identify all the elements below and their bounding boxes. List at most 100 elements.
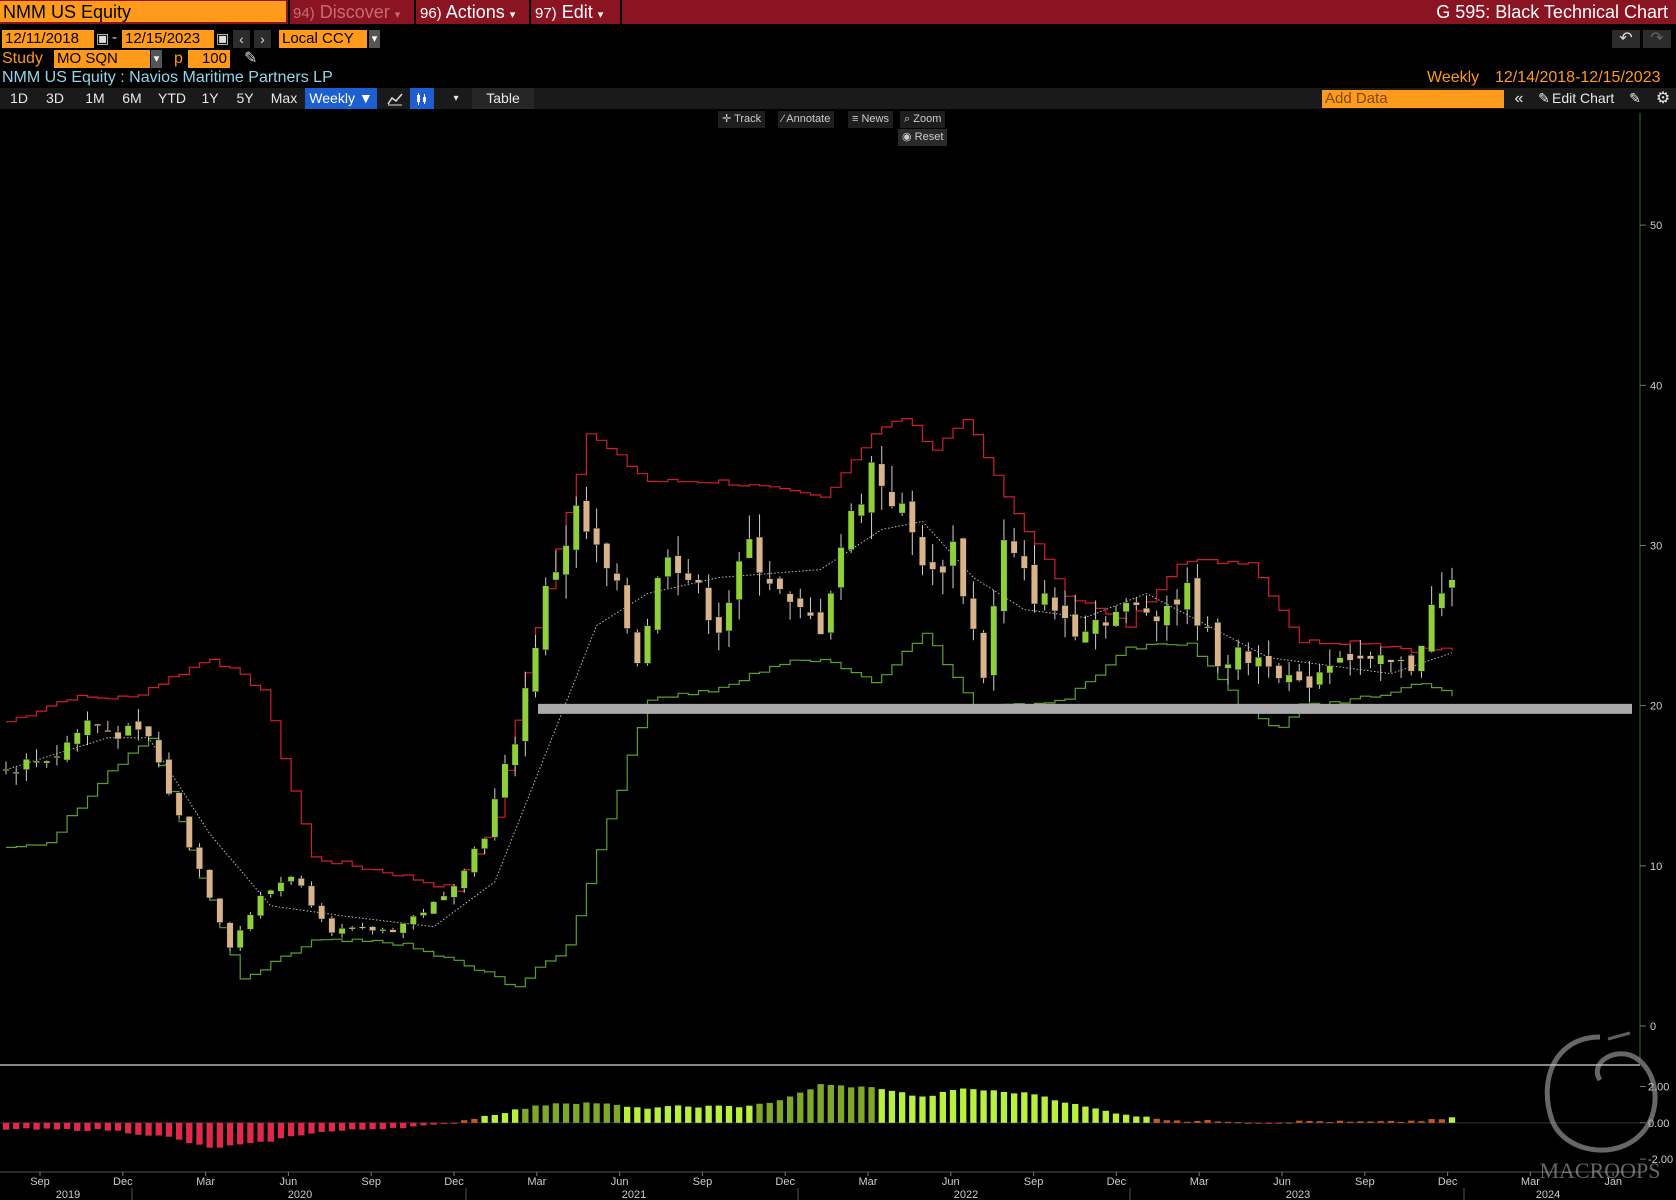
chevron-down-icon[interactable]: ▾ bbox=[151, 50, 162, 68]
edit-menu[interactable]: 97) Edit ▾ bbox=[535, 0, 603, 24]
chevron-down-icon[interactable]: ▾ bbox=[369, 30, 380, 48]
candle-body bbox=[430, 901, 438, 915]
period-button-ytd[interactable]: YTD bbox=[152, 88, 192, 109]
price-tick-label: 10 bbox=[1650, 861, 1662, 873]
candle-body bbox=[379, 929, 387, 932]
year-tick-label: 2019 bbox=[56, 1189, 80, 1200]
period-button-1y[interactable]: 1Y bbox=[195, 88, 225, 109]
candle-body bbox=[837, 547, 845, 588]
candle-body bbox=[1183, 582, 1191, 610]
candle-body bbox=[919, 536, 926, 566]
gear-icon[interactable]: ⚙ bbox=[1652, 88, 1674, 109]
discover-menu[interactable]: 94) Discover ▾ bbox=[293, 0, 400, 24]
ticker-input[interactable]: NMM US Equity bbox=[0, 1, 286, 22]
month-tick-label: Jun bbox=[611, 1176, 629, 1188]
candle-body bbox=[1306, 675, 1313, 689]
zoom-button[interactable]: ⌕ Zoom bbox=[900, 111, 946, 128]
period-button-5y[interactable]: 5Y bbox=[230, 88, 260, 109]
track-button[interactable]: ✛ Track bbox=[718, 111, 766, 128]
edit-chart-button[interactable]: Edit Chart bbox=[1552, 88, 1622, 109]
support-line bbox=[538, 703, 1632, 714]
candle-body bbox=[399, 923, 407, 934]
oscillator-bar bbox=[1031, 1094, 1038, 1123]
price-chart[interactable]: 01020304050 2.000.00-2.00 Sep Dec Mar Jun Se… bbox=[0, 0, 1676, 1200]
study-label: Study bbox=[2, 50, 43, 67]
oscillator-bar bbox=[1041, 1096, 1048, 1123]
month-tick-label: Dec bbox=[113, 1176, 133, 1188]
candle-body bbox=[970, 598, 977, 630]
candle-body bbox=[949, 541, 957, 567]
edit-menu-label: Edit bbox=[561, 2, 593, 22]
period-input[interactable]: 100 bbox=[188, 50, 230, 68]
oscillator-bar bbox=[939, 1091, 947, 1123]
oscillator-bar bbox=[949, 1090, 957, 1123]
edit-legend-icon[interactable]: ✎ bbox=[1624, 88, 1646, 109]
table-button[interactable]: Table bbox=[472, 88, 534, 109]
oscillator-bar bbox=[318, 1122, 325, 1132]
calendar-icon[interactable]: ▣ bbox=[216, 30, 229, 47]
candle-body bbox=[501, 763, 509, 798]
candle-body bbox=[695, 579, 702, 584]
oscillator-bar bbox=[175, 1122, 183, 1140]
candle-body bbox=[1224, 664, 1232, 669]
candle-body bbox=[807, 612, 814, 617]
candle-body bbox=[959, 537, 967, 597]
oscillator-bar bbox=[63, 1122, 71, 1129]
start-date-field[interactable]: 12/11/2018 bbox=[2, 30, 94, 48]
candle-body bbox=[277, 882, 285, 892]
candle-body bbox=[145, 725, 152, 737]
oscillator-bar bbox=[746, 1105, 753, 1123]
annotate-button[interactable]: ⁄ Annotate bbox=[778, 111, 835, 128]
currency-select[interactable]: Local CCY bbox=[279, 30, 367, 48]
oscillator-bar bbox=[1133, 1116, 1140, 1123]
study-select[interactable]: MO SQN bbox=[54, 50, 150, 68]
collapse-icon[interactable]: « bbox=[1508, 88, 1530, 109]
oscillator-bar bbox=[1418, 1121, 1425, 1123]
candle-body bbox=[908, 501, 916, 533]
end-date-field[interactable]: 12/15/2023 bbox=[122, 30, 214, 48]
candle-body bbox=[654, 577, 662, 631]
chevron-down-icon[interactable]: ▾ bbox=[446, 88, 466, 109]
actions-menu[interactable]: 96) Actions ▾ bbox=[420, 0, 515, 24]
chevron-down-icon: ▾ bbox=[597, 9, 604, 21]
month-tick-label: Sep bbox=[361, 1176, 381, 1188]
period-button-max[interactable]: Max bbox=[265, 88, 303, 109]
candlestick-icon[interactable] bbox=[410, 88, 434, 109]
redo-button[interactable]: ↷ bbox=[1643, 30, 1671, 48]
oscillator-bar bbox=[481, 1115, 488, 1123]
news-button[interactable]: ≡ News bbox=[848, 111, 893, 128]
oscillator-bar bbox=[1438, 1119, 1445, 1123]
candle-body bbox=[521, 687, 529, 742]
pencil-icon[interactable]: ✎ bbox=[244, 48, 257, 68]
month-tick-label: Mar bbox=[527, 1176, 546, 1188]
period-button-1m[interactable]: 1M bbox=[78, 88, 112, 109]
frequency-select[interactable]: Weekly ▼ bbox=[305, 88, 377, 109]
candle-body bbox=[776, 578, 784, 590]
line-chart-icon[interactable] bbox=[381, 88, 409, 109]
oscillator-bar bbox=[919, 1096, 926, 1123]
candle-body bbox=[1112, 611, 1120, 627]
period-button-3d[interactable]: 3D bbox=[38, 88, 72, 109]
oscillator-bar bbox=[1306, 1120, 1313, 1123]
calendar-icon[interactable]: ▣ bbox=[96, 30, 109, 47]
oscillator-bar bbox=[1408, 1120, 1415, 1123]
add-data-input[interactable]: Add Data bbox=[1322, 90, 1504, 108]
oscillator-bar bbox=[1234, 1122, 1242, 1124]
period-button-6m[interactable]: 6M bbox=[115, 88, 149, 109]
candle-body bbox=[552, 571, 560, 581]
candle-body bbox=[175, 792, 183, 816]
undo-button[interactable]: ↶ bbox=[1612, 30, 1640, 48]
candle-body bbox=[389, 929, 397, 933]
period-button-1d[interactable]: 1D bbox=[4, 88, 34, 109]
oscillator-bar bbox=[1245, 1122, 1252, 1124]
next-range-button[interactable]: › bbox=[254, 30, 271, 48]
prev-range-button[interactable]: ‹ bbox=[233, 30, 250, 48]
year-tick-label: 2022 bbox=[954, 1189, 978, 1200]
reset-button[interactable]: ◉ Reset bbox=[898, 129, 948, 146]
candle-body bbox=[735, 560, 743, 600]
candle-body bbox=[715, 616, 723, 634]
candle-body bbox=[1194, 577, 1201, 626]
candle-body bbox=[114, 731, 122, 740]
oscillator-bar bbox=[837, 1085, 845, 1123]
candle-body bbox=[287, 876, 295, 882]
